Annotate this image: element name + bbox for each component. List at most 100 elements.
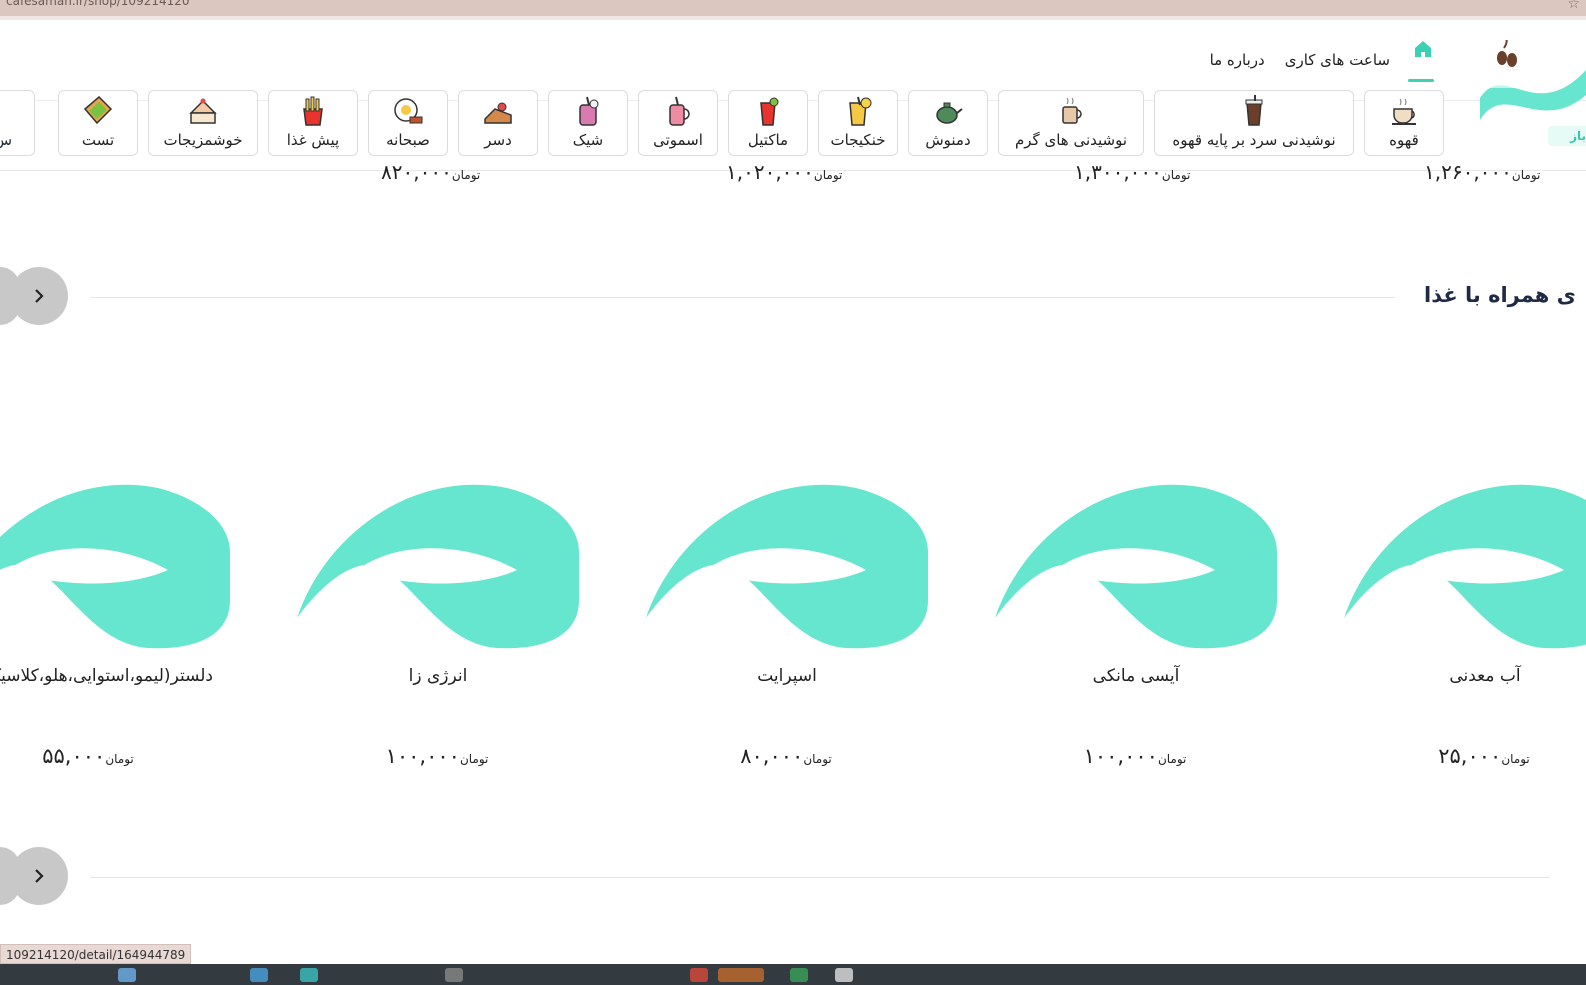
prev-product-price: تومان۱,۰۲۰,۰۰۰	[726, 160, 842, 184]
top-nav: ساعت های کاری درباره ما	[1210, 40, 1436, 82]
product-name[interactable]: انرژی زا	[297, 666, 579, 686]
price-amount: ۱,۰۲۰,۰۰۰	[726, 160, 814, 184]
category-cold-drinks[interactable]: خنکیجات	[818, 90, 898, 156]
category-tasty[interactable]: خوشمزیجات	[148, 90, 258, 156]
breakfast-icon	[392, 95, 424, 127]
category-shake[interactable]: شیک	[548, 90, 628, 156]
dessert-icon	[482, 95, 514, 127]
product-card[interactable]: دلستر(لیمو،استوایی،هلو،کلاسیک) تومان۵۵,۰…	[0, 470, 230, 790]
category-label: س	[0, 131, 12, 149]
category-appetizer[interactable]: پیش غذا	[268, 90, 358, 156]
taskbar-app-icon[interactable]	[300, 968, 318, 982]
cake-icon	[187, 95, 219, 127]
category-mocktail[interactable]: ماکتیل	[728, 90, 808, 156]
currency-label: تومان	[451, 168, 481, 182]
category-label: قهوه	[1389, 131, 1419, 149]
taskbar-app-icon[interactable]	[445, 968, 463, 982]
category-partial[interactable]: س	[0, 90, 35, 156]
product-price: تومان۱۰۰,۰۰۰	[995, 744, 1277, 768]
fries-icon	[297, 95, 329, 127]
price-amount: ۱۰۰,۰۰۰	[385, 744, 460, 768]
currency-label: تومان	[105, 752, 134, 766]
section-divider	[90, 297, 1395, 298]
product-card[interactable]: اسپرایت تومان۸۰,۰۰۰	[646, 470, 928, 790]
category-label: دمنوش	[925, 131, 971, 149]
category-dessert[interactable]: دسر	[458, 90, 538, 156]
open-status-badge: باز	[1548, 126, 1586, 146]
category-label: دسر	[484, 131, 512, 149]
taskbar-app-icon[interactable]	[690, 968, 708, 982]
shake-icon	[572, 95, 604, 127]
mocktail-icon	[752, 95, 784, 127]
taskbar-app-icon[interactable]	[835, 968, 853, 982]
product-image	[0, 484, 230, 649]
category-label: ماکتیل	[747, 131, 789, 149]
product-price: تومان۵۵,۰۰۰	[0, 744, 230, 768]
price-amount: ۸۲۰,۰۰۰	[381, 160, 452, 184]
cold-drink-icon	[842, 95, 874, 127]
category-label: نوشیدنی های گرم	[1014, 131, 1128, 149]
product-image	[646, 484, 928, 649]
product-card[interactable]: انرژی زا تومان۱۰۰,۰۰۰	[297, 470, 579, 790]
currency-label: تومان	[1157, 752, 1187, 766]
category-iced-coffee[interactable]: نوشیدنی سرد بر پایه قهوه	[1154, 90, 1354, 156]
currency-label: تومان	[459, 752, 489, 766]
currency-label: تومان	[1161, 168, 1191, 182]
currency-label: تومان	[1501, 752, 1530, 766]
taskbar-app-icon[interactable]	[118, 968, 136, 982]
home-tab[interactable]	[1408, 40, 1436, 82]
taskbar-app-icon[interactable]	[250, 968, 268, 982]
prev-product-price: تومان۱,۳۰۰,۰۰۰	[1074, 160, 1190, 184]
nav-working-hours[interactable]: ساعت های کاری	[1285, 51, 1390, 69]
carousel-next-button[interactable]	[10, 267, 68, 325]
active-tab-underline	[1408, 79, 1434, 82]
product-card[interactable]: آب معدنی تومان۲۵,۰۰۰	[1344, 470, 1586, 790]
bookmark-star-icon[interactable]: ☆	[1567, 0, 1580, 12]
category-label: خنکیجات	[830, 131, 886, 149]
category-bar: قهوه نوشیدنی سرد بر پایه قهوه نوشیدنی ها…	[58, 90, 1444, 156]
browser-url-bar[interactable]: cafesaman.ir/shop/109214120 ☆	[0, 0, 1586, 16]
category-label: نوشیدنی سرد بر پایه قهوه	[1172, 131, 1336, 149]
category-herbal-tea[interactable]: دمنوش	[908, 90, 988, 156]
taskbar-app-icon[interactable]	[790, 968, 808, 982]
nav-about-us[interactable]: درباره ما	[1210, 51, 1265, 69]
product-name[interactable]: آب معدنی	[1344, 666, 1586, 686]
chevron-right-icon	[35, 289, 44, 303]
chevron-right-icon	[35, 869, 44, 883]
smoothie-icon	[662, 95, 694, 127]
category-label: شیک	[572, 131, 604, 149]
category-breakfast[interactable]: صبحانه	[368, 90, 448, 156]
price-amount: ۲۵,۰۰۰	[1438, 744, 1502, 768]
price-amount: ۱,۲۶۰,۰۰۰	[1424, 160, 1512, 184]
product-price: تومان۸۰,۰۰۰	[646, 744, 928, 768]
product-name[interactable]: آیسی مانکی	[995, 666, 1277, 686]
product-name[interactable]: دلستر(لیمو،استوایی،هلو،کلاسیک)	[0, 666, 213, 686]
price-amount: ۸۰,۰۰۰	[740, 744, 804, 768]
section-divider	[90, 877, 1550, 878]
product-name[interactable]: اسپرایت	[646, 666, 928, 686]
category-label: خوشمزیجات	[163, 131, 243, 149]
hot-drink-icon	[1055, 95, 1087, 127]
price-amount: ۱,۳۰۰,۰۰۰	[1074, 160, 1162, 184]
product-image	[995, 484, 1277, 649]
carousel-next-button[interactable]	[10, 847, 68, 905]
taskbar-active-app[interactable]	[718, 968, 764, 982]
category-label: تست	[81, 131, 115, 149]
price-amount: ۱۰۰,۰۰۰	[1083, 744, 1158, 768]
section-title: ی همراه با غذا	[1424, 283, 1576, 307]
category-hot-drinks[interactable]: نوشیدنی های گرم	[998, 90, 1144, 156]
status-url-tooltip: 109214120/detail/164944789	[0, 944, 192, 964]
url-text: cafesaman.ir/shop/109214120	[6, 0, 190, 8]
category-label: اسموتی	[653, 131, 703, 149]
iced-coffee-icon	[1238, 95, 1270, 127]
category-coffee[interactable]: قهوه	[1364, 90, 1444, 156]
product-image	[1344, 484, 1586, 649]
product-card[interactable]: آیسی مانکی تومان۱۰۰,۰۰۰	[995, 470, 1277, 790]
currency-label: تومان	[803, 752, 832, 766]
category-smoothie[interactable]: اسموتی	[638, 90, 718, 156]
product-image	[297, 484, 579, 649]
category-toast[interactable]: تست	[58, 90, 138, 156]
product-price: تومان۱۰۰,۰۰۰	[297, 744, 579, 768]
prev-product-price: تومان۸۲۰,۰۰۰	[381, 160, 480, 184]
home-icon	[1415, 41, 1431, 57]
